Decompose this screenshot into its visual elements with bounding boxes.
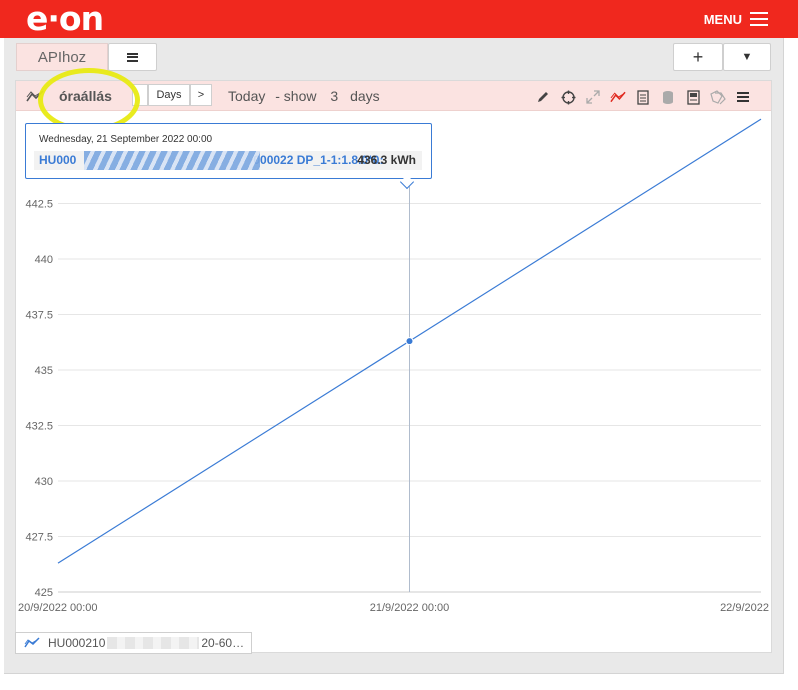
tooltip-date: Wednesday, 21 September 2022 00:00 bbox=[39, 134, 213, 145]
y-tick-label: 427.5 bbox=[25, 532, 53, 544]
tooltip-row: HU000 000022 DP_1-1:1.8.0*0: 436.3 kWh bbox=[34, 151, 422, 170]
y-tick-label: 430 bbox=[35, 476, 53, 488]
y-tick-label: 440 bbox=[35, 254, 53, 266]
y-tick-label: 442.5 bbox=[25, 199, 53, 211]
y-tick-label: 435 bbox=[35, 365, 53, 377]
legend-redaction bbox=[107, 637, 200, 649]
x-tick-label: 20/9/2022 00:00 bbox=[18, 602, 98, 614]
page: e·on MENU APIhoz + ▼ óraállás Days > Tod… bbox=[0, 0, 798, 690]
tooltip-series-start: HU000 bbox=[39, 153, 77, 167]
legend-label-start: HU000210 bbox=[48, 636, 106, 650]
x-tick-label: 21/9/2022 00:00 bbox=[370, 602, 450, 614]
y-tick-label: 425 bbox=[35, 587, 53, 599]
redaction-scribble bbox=[84, 151, 260, 170]
line-chart[interactable]: 425 427.5 430 432.5 435 437.5 440 442.5 20/9/202… bbox=[0, 0, 798, 690]
y-tick-label: 432.5 bbox=[25, 421, 53, 433]
y-tick-label: 437.5 bbox=[25, 310, 53, 322]
legend-item[interactable]: HU000210 20-60… bbox=[15, 632, 252, 654]
tooltip-value: 436.3 kWh bbox=[357, 153, 416, 167]
highlighted-data-point[interactable] bbox=[405, 337, 414, 346]
legend-label-end: 20-60… bbox=[201, 636, 245, 650]
chart-tooltip: Wednesday, 21 September 2022 00:00 HU000… bbox=[25, 123, 432, 179]
x-tick-label: 22/9/2022 bbox=[720, 602, 769, 614]
line-chart-icon bbox=[24, 637, 40, 648]
